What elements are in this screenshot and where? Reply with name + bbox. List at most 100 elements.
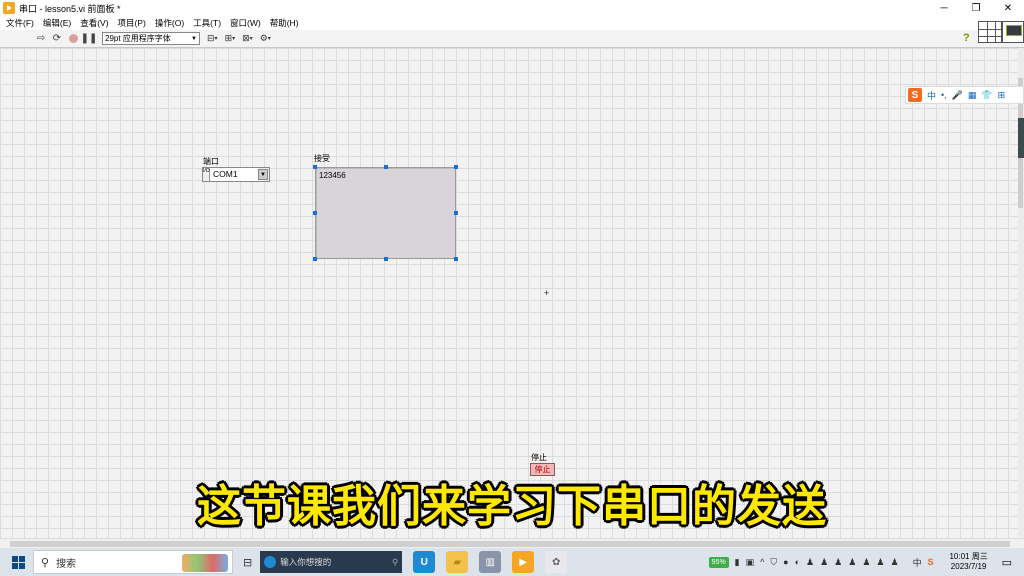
- notification-icon[interactable]: ▭: [1002, 556, 1012, 569]
- close-button[interactable]: ✕: [992, 0, 1024, 16]
- receive-value: 123456: [319, 171, 346, 180]
- qq-penguin-icon[interactable]: ♟: [834, 557, 842, 568]
- resize-handle[interactable]: [313, 165, 317, 169]
- punctuation-icon[interactable]: •,: [941, 90, 947, 100]
- connector-pane-icon[interactable]: [978, 21, 1002, 43]
- tray-green-icon[interactable]: ▮: [735, 557, 740, 568]
- run-arrow-icon[interactable]: ⇨: [34, 32, 48, 46]
- menu-tools[interactable]: 工具(T): [193, 17, 221, 29]
- taskbar-app-buildings-icon[interactable]: ▥: [479, 551, 502, 573]
- distribute-objects-icon[interactable]: ⊞ ▾: [225, 33, 236, 44]
- menu-file[interactable]: 文件(F): [6, 17, 34, 29]
- align-objects-icon[interactable]: ⊟ ▾: [207, 33, 218, 44]
- resize-handle[interactable]: [384, 165, 388, 169]
- stop-label: 停止: [531, 453, 547, 462]
- qq-penguin-icon[interactable]: ♟: [862, 557, 870, 568]
- keyboard-icon[interactable]: ▦: [968, 90, 977, 101]
- title-bar: 串口 - lesson5.vi 前面板 * ─ ❐ ✕: [0, 0, 1024, 16]
- qq-penguin-icon[interactable]: ♟: [820, 557, 828, 568]
- video-subtitle: 这节课我们来学习下串口的发送: [197, 481, 827, 532]
- taskbar-app-u-icon[interactable]: U: [413, 551, 436, 573]
- horizontal-scrollbar-thumb[interactable]: [10, 541, 1010, 547]
- taskbar-search[interactable]: ⚲ 搜索: [33, 550, 233, 574]
- toolbox-icon[interactable]: ⊞: [998, 90, 1006, 101]
- battery-percent: 95%: [711, 558, 726, 566]
- qq-penguin-icon[interactable]: ♟: [806, 557, 814, 568]
- receive-label: 接受: [314, 154, 330, 163]
- search-icon: ⚲: [391, 556, 399, 567]
- skin-icon[interactable]: 👕: [981, 90, 992, 101]
- ime-indicator[interactable]: 中: [913, 556, 922, 569]
- toolbar: ⇨ ⟳ ❚❚ 29pt 应用程序字体 ▼ ⊟ ▾ ⊞ ▾ ⊠ ▾ ⚙ ▾ ?: [0, 30, 1024, 48]
- menu-edit[interactable]: 编辑(E): [43, 17, 71, 29]
- io-tag: I/O: [203, 168, 210, 181]
- menu-help[interactable]: 帮助(H): [270, 17, 299, 29]
- menu-bar: 文件(F) 编辑(E) 查看(V) 项目(P) 操作(O) 工具(T) 窗口(W…: [0, 16, 1024, 30]
- tray-green-circle-icon[interactable]: ●: [783, 557, 788, 567]
- port-label: 端口: [203, 157, 219, 166]
- security-shield-icon[interactable]: ⛉: [770, 557, 777, 568]
- taskbar: ⚲ 搜索 ⊟ 输入你想搜的 ⚲ U ▰ ▥ ▶ ✿ 95% ▮ ▣ ^ ⛉ ● …: [0, 548, 1024, 576]
- horizontal-scrollbar[interactable]: [0, 538, 1024, 548]
- resize-handle[interactable]: [384, 257, 388, 261]
- crosshair-cursor-icon: +: [544, 288, 550, 298]
- labview-app-icon: [3, 2, 15, 14]
- menu-operate[interactable]: 操作(O): [155, 17, 184, 29]
- file-explorer-icon[interactable]: ▰: [446, 551, 469, 573]
- dropdown-arrow-icon[interactable]: ▼: [258, 169, 268, 180]
- menu-window[interactable]: 窗口(W): [230, 17, 261, 29]
- edge-icon: [264, 556, 277, 568]
- search-icon: ⚲: [41, 556, 50, 569]
- maximize-button[interactable]: ❐: [960, 0, 992, 16]
- qq-penguin-icon[interactable]: ♟: [876, 557, 884, 568]
- resize-handle[interactable]: [454, 211, 458, 215]
- system-tray: 95% ▮ ▣ ^ ⛉ ● ◐ ♟ ♟ ♟ ♟ ♟ ♟ ♟ 中 S 10:01 …: [703, 548, 1024, 576]
- microphone-icon[interactable]: 🎤: [952, 90, 963, 101]
- resize-handle[interactable]: [454, 257, 458, 261]
- window-title: 串口 - lesson5.vi 前面板 *: [19, 3, 121, 14]
- taskbar-app-paw-icon[interactable]: ✿: [545, 551, 568, 573]
- windows-start-icon[interactable]: [7, 551, 29, 573]
- minimize-button[interactable]: ─: [928, 0, 960, 16]
- vi-icon[interactable]: [1002, 21, 1024, 43]
- sogou-tray-icon[interactable]: S: [928, 557, 934, 567]
- vertical-scrollbar[interactable]: [1018, 48, 1024, 538]
- font-select[interactable]: 29pt 应用程序字体 ▼: [102, 32, 200, 45]
- tray-status-icon[interactable]: ◐: [795, 557, 800, 567]
- receive-string-indicator[interactable]: 123456: [315, 167, 456, 259]
- font-select-value: 29pt 应用程序字体: [105, 34, 171, 43]
- abort-icon[interactable]: [66, 32, 80, 46]
- tray-app-icon[interactable]: ▣: [746, 557, 755, 568]
- help-icon[interactable]: ?: [963, 32, 975, 45]
- resize-handle[interactable]: [313, 257, 317, 261]
- search-placeholder: 搜索: [56, 558, 77, 570]
- menu-project[interactable]: 项目(P): [118, 17, 146, 29]
- labview-taskbar-icon[interactable]: ▶: [512, 551, 535, 573]
- run-continuously-icon[interactable]: ⟳: [50, 32, 64, 46]
- show-hidden-icons-icon[interactable]: ^: [760, 557, 764, 567]
- window-controls: ─ ❐ ✕: [928, 0, 1024, 16]
- edge-search-placeholder: 输入你想搜的: [280, 557, 332, 567]
- battery-indicator[interactable]: 95%: [708, 556, 729, 568]
- resize-objects-icon[interactable]: ⊠ ▾: [242, 33, 253, 44]
- task-view-icon[interactable]: ⊟: [243, 556, 252, 569]
- side-dock-tab[interactable]: [1018, 118, 1024, 158]
- search-highlight-illustration: [182, 554, 228, 572]
- qq-penguin-icon[interactable]: ♟: [848, 557, 856, 568]
- port-value[interactable]: COM1: [210, 168, 258, 181]
- resize-handle[interactable]: [313, 211, 317, 215]
- ime-mode-chinese[interactable]: 中: [927, 89, 936, 102]
- menu-view[interactable]: 查看(V): [80, 17, 108, 29]
- port-visa-control[interactable]: I/O COM1 ▼: [202, 167, 270, 182]
- reorder-icon[interactable]: ⚙ ▾: [260, 33, 271, 44]
- chevron-down-icon: ▼: [191, 35, 197, 42]
- resize-handle[interactable]: [454, 165, 458, 169]
- ime-toolbar[interactable]: S 中 •, 🎤 ▦ 👕 ⊞: [905, 86, 1024, 104]
- front-panel-canvas[interactable]: [0, 48, 1018, 538]
- edge-search-box[interactable]: 输入你想搜的 ⚲: [260, 551, 403, 573]
- clock[interactable]: 10:01 周三 2023/7/19: [944, 552, 994, 572]
- clock-time: 10:01 周三: [949, 552, 988, 561]
- pause-icon[interactable]: ❚❚: [81, 32, 98, 46]
- clock-date: 2023/7/19: [950, 562, 987, 571]
- qq-penguin-icon[interactable]: ♟: [890, 557, 898, 568]
